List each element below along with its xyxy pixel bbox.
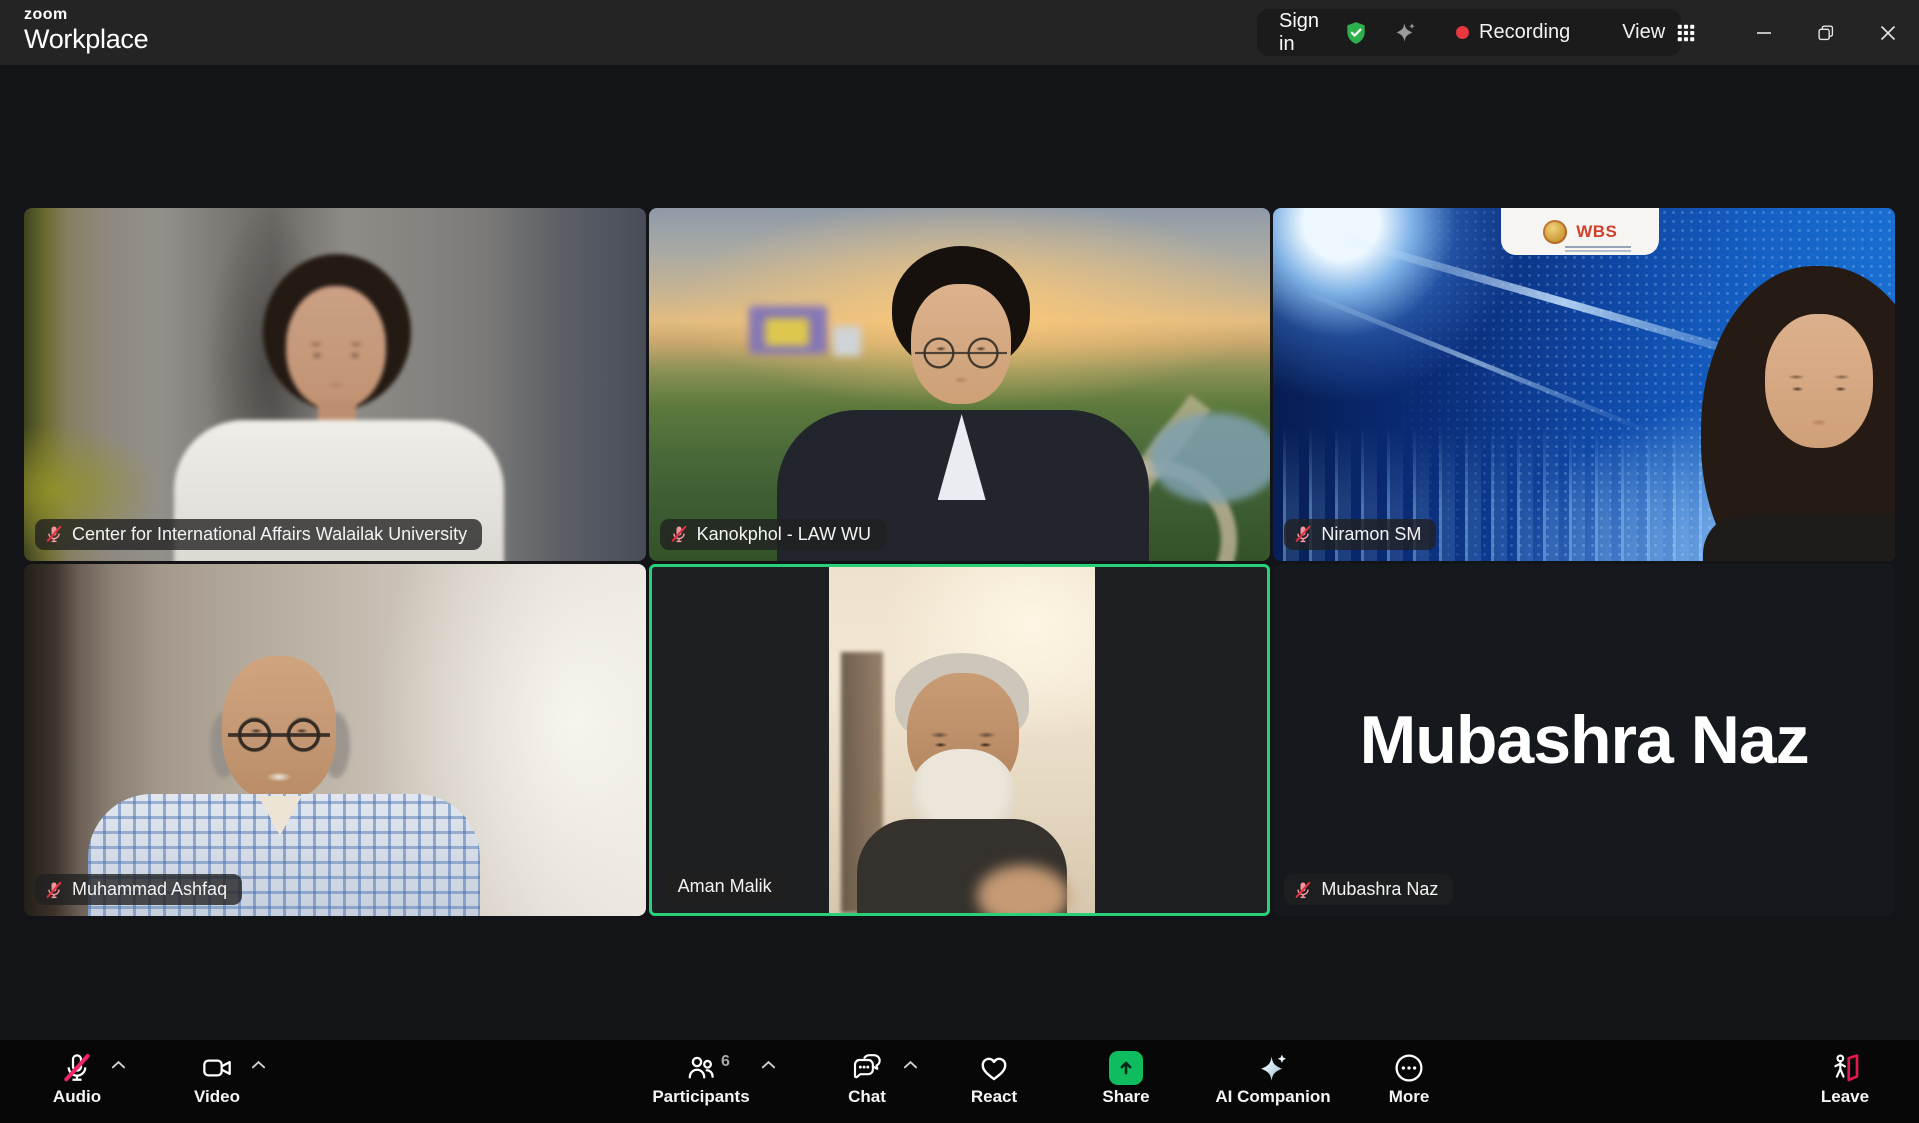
video-tile-aman-malik-active-speaker[interactable]: Aman Malik (649, 564, 1271, 917)
leave-label: Leave (1821, 1087, 1869, 1107)
participants-options-caret[interactable] (761, 1060, 776, 1070)
minimize-button[interactable] (1733, 0, 1795, 65)
participant-glasses (915, 336, 1007, 370)
background-lake (1150, 413, 1270, 503)
ai-companion-label: AI Companion (1215, 1087, 1330, 1107)
sign-in-button[interactable]: Sign in (1279, 10, 1319, 56)
participant-name-label: Mubashra Naz (1284, 874, 1453, 905)
university-emblem-icon (1543, 220, 1567, 244)
ai-companion-sparkle-icon (1256, 1051, 1290, 1085)
chat-button[interactable]: Chat (827, 1040, 907, 1123)
chat-options-caret[interactable] (903, 1060, 918, 1070)
video-tile-kanokphol[interactable]: Kanokphol - LAW WU (649, 208, 1271, 561)
participant-name-label: Kanokphol - LAW WU (660, 519, 886, 550)
video-options-caret[interactable] (251, 1060, 266, 1070)
participant-face (286, 286, 386, 410)
mic-muted-icon (44, 880, 64, 900)
participant-name: Center for International Affairs Walaila… (72, 524, 467, 545)
ellipsis-icon (1393, 1051, 1425, 1085)
background-building (765, 318, 809, 346)
video-camera-icon (201, 1051, 233, 1085)
audio-options-caret[interactable] (111, 1060, 126, 1070)
logo-workplace-text: Workplace (24, 26, 148, 53)
zoom-meeting-window: zoom Workplace Sign in Recording View (0, 0, 1919, 1123)
share-button[interactable]: Share (1086, 1040, 1166, 1123)
heart-icon (978, 1051, 1010, 1085)
leave-door-icon (1829, 1051, 1861, 1085)
leave-button[interactable]: Leave (1805, 1040, 1885, 1123)
recording-dot-icon (1456, 26, 1469, 39)
view-button[interactable]: View (1622, 21, 1697, 44)
window-controls (1733, 0, 1919, 65)
participants-button[interactable]: 6 Participants (636, 1040, 766, 1123)
react-button[interactable]: React (954, 1040, 1034, 1123)
mic-muted-icon (1293, 880, 1313, 900)
participants-icon (685, 1051, 717, 1085)
video-label: Video (194, 1087, 240, 1107)
more-button[interactable]: More (1369, 1040, 1449, 1123)
recording-label: Recording (1479, 21, 1570, 44)
mic-muted-icon (44, 524, 64, 544)
mic-muted-icon (61, 1051, 93, 1085)
banner-wbs-text: WBS (1576, 223, 1617, 240)
share-label: Share (1102, 1087, 1149, 1107)
participants-count-badge: 6 (721, 1053, 730, 1071)
audio-label: Audio (53, 1087, 101, 1107)
participant-name: Mubashra Naz (1321, 879, 1438, 900)
banner-subtext-lines (1565, 246, 1631, 248)
restore-button[interactable] (1795, 0, 1857, 65)
participant-name-label: Niramon SM (1284, 519, 1436, 550)
participant-name: Aman Malik (678, 876, 772, 897)
participant-glasses (228, 716, 330, 754)
meeting-toolbar: Audio Video 6 Participants (0, 1040, 1919, 1123)
background-building (833, 326, 861, 356)
chat-label: Chat (848, 1087, 886, 1107)
video-tile-mubashra-naz[interactable]: Mubashra Naz Mubashra Naz (1273, 564, 1895, 917)
chat-bubble-icon (851, 1051, 883, 1085)
security-shield-icon[interactable] (1343, 20, 1369, 46)
audio-button[interactable]: Audio (37, 1040, 117, 1123)
participant-name-label: Muhammad Ashfaq (35, 874, 242, 905)
ai-companion-titlebar-icon[interactable] (1393, 20, 1418, 45)
view-grid-icon (1675, 22, 1697, 44)
zoom-workplace-logo: zoom Workplace (24, 7, 148, 53)
title-bar: zoom Workplace Sign in Recording View (0, 0, 1919, 65)
mic-muted-icon (1293, 524, 1313, 544)
participant-name-label: Aman Malik (663, 871, 787, 902)
share-up-arrow-icon (1109, 1051, 1143, 1085)
video-button[interactable]: Video (177, 1040, 257, 1123)
video-tile-muhammad-ashfaq[interactable]: Muhammad Ashfaq (24, 564, 646, 917)
close-button[interactable] (1857, 0, 1919, 65)
participant-name: Muhammad Ashfaq (72, 879, 227, 900)
video-tile-niramon[interactable]: WBS Niramon SM (1273, 208, 1895, 561)
video-grid: Center for International Affairs Walaila… (24, 208, 1895, 916)
video-tile-center-international-affairs[interactable]: Center for International Affairs Walaila… (24, 208, 646, 561)
participant-face (1765, 314, 1873, 448)
view-label: View (1622, 21, 1665, 44)
more-label: More (1389, 1087, 1430, 1107)
university-banner: WBS (1501, 208, 1659, 255)
participant-name-label: Center for International Affairs Walaila… (35, 519, 482, 550)
participants-label: Participants (652, 1087, 749, 1107)
portrait-video-area (829, 567, 1095, 914)
logo-zoom-text: zoom (24, 7, 148, 23)
titlebar-controls-group: Sign in Recording View (1257, 9, 1681, 56)
mic-muted-icon (669, 524, 689, 544)
recording-indicator: Recording (1456, 21, 1570, 44)
participant-name: Niramon SM (1321, 524, 1421, 545)
participant-name: Kanokphol - LAW WU (697, 524, 871, 545)
react-label: React (971, 1087, 1017, 1107)
participant-display-name-large: Mubashra Naz (1360, 701, 1809, 779)
ai-companion-button[interactable]: AI Companion (1203, 1040, 1343, 1123)
participant-body (1703, 514, 1895, 561)
